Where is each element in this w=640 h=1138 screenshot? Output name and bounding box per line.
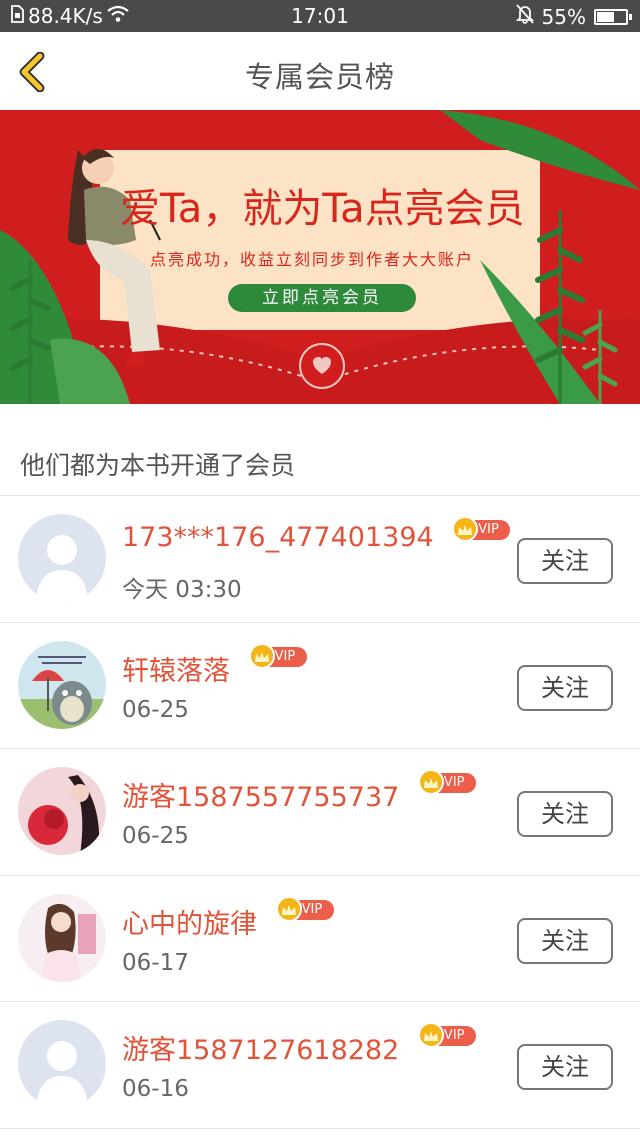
follow-button[interactable]: 关注	[517, 791, 613, 837]
crown-icon	[275, 895, 302, 922]
banner-subtitle: 点亮成功，收益立刻同步到作者大大账户	[150, 250, 475, 269]
member-name-row: 173***176_477401394 VIP	[122, 516, 511, 553]
member-name: 心中的旋律	[122, 908, 257, 940]
nav-bar: 专属会员榜	[0, 32, 640, 110]
list-item[interactable]: 173***176_477401394 VIP 今天 03:30 关注	[0, 496, 640, 623]
member-name-row: 游客1587557755737 VIP	[122, 769, 476, 814]
member-date: 今天 03:30	[122, 577, 242, 603]
list-item[interactable]: 心中的旋律 VIP 06-17 关注	[0, 876, 640, 1002]
crown-icon	[452, 516, 479, 542]
vip-badge: VIP	[452, 516, 511, 542]
avatar[interactable]	[18, 1020, 106, 1108]
red-flower-avatar-icon	[18, 767, 106, 855]
follow-button[interactable]: 关注	[517, 917, 613, 964]
page-title: 专属会员榜	[244, 60, 395, 94]
promo-banner[interactable]: 爱Ta，就为Ta点亮会员 点亮成功，收益立刻同步到作者大大账户 立即点亮会员	[0, 110, 640, 404]
member-name-row: 心中的旋律 VIP	[122, 895, 334, 941]
battery-percent: 55%	[541, 4, 586, 29]
follow-button[interactable]: 关注	[517, 1044, 613, 1090]
section-header: 他们都为本书开通了会员	[0, 404, 640, 496]
member-list: 173***176_477401394 VIP 今天 03:30 关注 轩辕落落	[0, 496, 640, 1129]
follow-button[interactable]: 关注	[517, 538, 613, 584]
list-item[interactable]: 轩辕落落 VIP 06-25 关注	[0, 623, 640, 749]
member-name-row: 轩辕落落 VIP	[122, 642, 307, 688]
status-right: 55%	[515, 4, 632, 29]
avatar[interactable]	[18, 640, 106, 729]
section-title: 他们都为本书开通了会员	[20, 451, 296, 480]
vip-badge: VIP	[417, 769, 476, 795]
default-avatar-icon	[18, 1020, 106, 1108]
banner-title: 爱Ta，就为Ta点亮会员	[120, 186, 525, 232]
member-name: 游客1587127618282	[122, 1035, 400, 1066]
avatar[interactable]	[18, 893, 106, 982]
follow-button[interactable]: 关注	[517, 664, 613, 711]
battery-icon	[594, 8, 632, 25]
vip-badge: VIP	[248, 642, 307, 669]
anime-totoro-avatar-icon	[18, 640, 106, 729]
battery-fill	[597, 11, 614, 22]
list-item[interactable]: 游客1587557755737 VIP 06-25 关注	[0, 749, 640, 876]
light-up-vip-button[interactable]: 立即点亮会员	[228, 284, 416, 312]
vip-badge: VIP	[275, 895, 334, 922]
member-date: 06-25	[122, 696, 189, 723]
avatar[interactable]	[18, 514, 106, 602]
member-name: 173***176_477401394	[122, 522, 434, 553]
member-name: 轩辕落落	[122, 655, 230, 687]
mute-bell-icon	[515, 4, 534, 29]
girl-illustration-avatar-icon	[18, 893, 106, 982]
status-bar: 88.4K/s 17:01 55%	[0, 0, 640, 32]
default-avatar-icon	[18, 514, 106, 602]
avatar[interactable]	[18, 767, 106, 855]
member-date: 06-25	[122, 823, 189, 849]
crown-icon	[248, 642, 275, 669]
member-date: 06-17	[122, 949, 189, 976]
member-date: 06-16	[122, 1076, 189, 1102]
crown-icon	[417, 1022, 444, 1048]
crown-icon	[417, 769, 444, 795]
member-name: 游客1587557755737	[122, 782, 400, 813]
vip-badge: VIP	[417, 1022, 476, 1048]
list-item[interactable]: 游客1587127618282 VIP 06-16 关注	[0, 1002, 640, 1129]
member-name-row: 游客1587127618282 VIP	[122, 1022, 476, 1067]
